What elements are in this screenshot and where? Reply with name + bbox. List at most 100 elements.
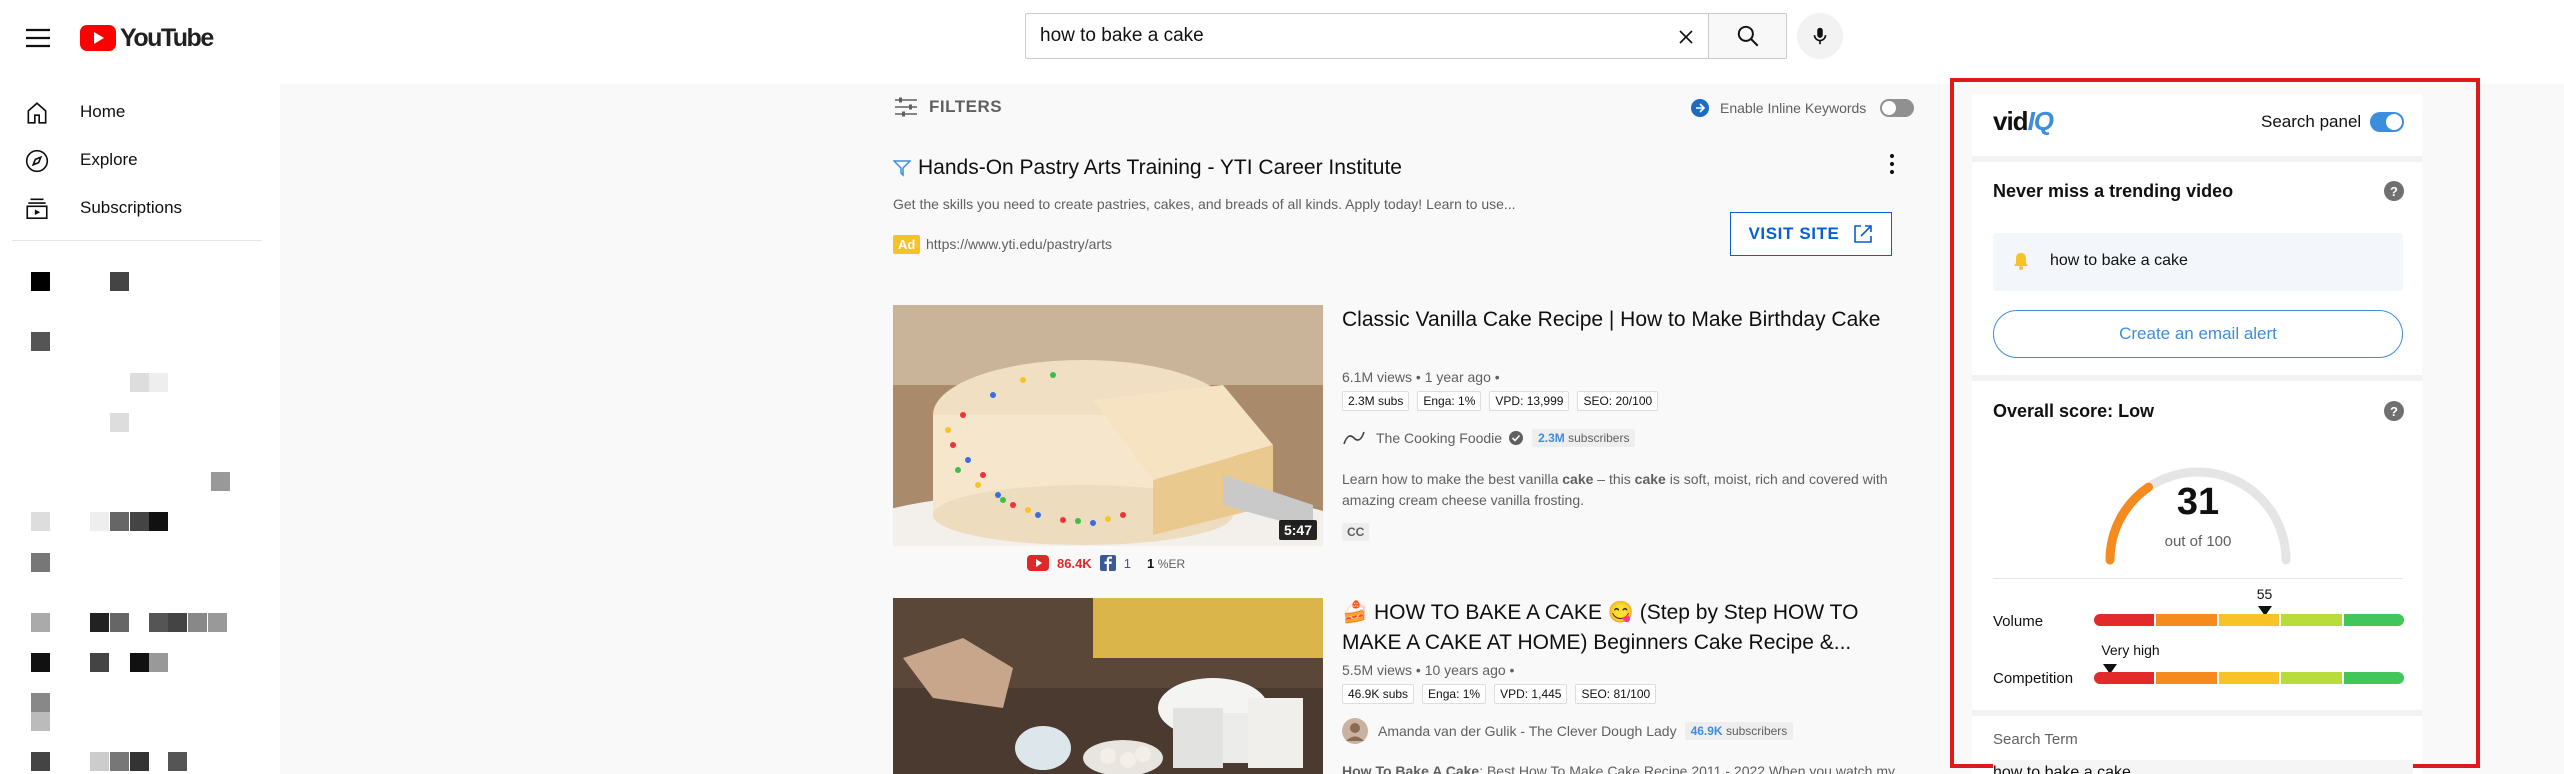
competition-value: Very high	[2101, 642, 2160, 658]
youtube-play-icon	[80, 25, 116, 51]
inline-keywords-toggle[interactable]	[1880, 99, 1915, 117]
video-title[interactable]: Classic Vanilla Cake Recipe | How to Mak…	[1342, 305, 1902, 335]
tag-vpd: VPD: 1,445	[1494, 684, 1568, 704]
more-options-icon[interactable]	[1880, 150, 1904, 178]
search-input[interactable]	[1040, 14, 1660, 58]
video-thumbnail[interactable]: 5:47	[893, 305, 1323, 546]
video-title[interactable]: 🍰 HOW TO BAKE A CAKE 😋 (Step by Step HOW…	[1342, 598, 1902, 658]
search-panel-label: Search panel	[2261, 112, 2362, 131]
youtube-logo[interactable]: YouTube	[80, 23, 214, 53]
ad-url[interactable]: https://www.yti.edu/pastry/arts	[926, 236, 1112, 252]
cc-badge: CC	[1342, 523, 1370, 541]
volume-bar	[2094, 614, 2405, 626]
channel-avatar	[1342, 718, 1368, 744]
vidiq-badge-icon	[1691, 99, 1709, 117]
help-icon[interactable]: ?	[2384, 181, 2404, 201]
bar-segment	[2218, 672, 2280, 684]
facebook-stat: 1	[1123, 555, 1131, 571]
channel-name: The Cooking Foodie	[1376, 430, 1503, 446]
inline-keywords-label: Enable Inline Keywords	[1720, 100, 1867, 116]
bar-segment	[2156, 672, 2217, 684]
competition-label: Competition	[1993, 670, 2074, 687]
sidebar-item-subscriptions[interactable]: Subscriptions	[0, 184, 262, 232]
ad-title[interactable]: Hands-On Pastry Arts Training - YTI Care…	[918, 156, 1402, 180]
top-bar: YouTube	[0, 0, 2564, 84]
score-value: 31	[2176, 481, 2220, 523]
search-button[interactable]	[1709, 13, 1787, 59]
panel-divider	[1972, 710, 2422, 716]
subscriptions-icon	[24, 196, 50, 222]
alert-keyword: how to bake a cake	[2050, 252, 2188, 269]
filters-button[interactable]: FILTERS	[893, 96, 1002, 118]
bar-segment	[2156, 614, 2217, 626]
bar-segment	[2094, 672, 2155, 684]
search-panel-toggle[interactable]	[2370, 112, 2404, 132]
ad-badge: Ad	[893, 235, 921, 254]
tag-subs: 46.9K subs	[1342, 684, 1415, 704]
engagement-rate: 1 %ER	[1146, 555, 1186, 571]
tag-engagement: Enga: 1%	[1417, 391, 1482, 411]
bell-icon	[2011, 251, 2031, 271]
video-description: Learn how to make the best vanilla cake …	[1342, 471, 1888, 508]
filter-icon	[895, 97, 917, 117]
create-email-alert-button[interactable]: Create an email alert	[1993, 310, 2403, 358]
microphone-icon	[1813, 27, 1827, 45]
channel-name: Amanda van der Gulik - The Clever Dough …	[1378, 723, 1677, 739]
home-icon	[24, 100, 50, 126]
cake-thumbnail-image	[893, 305, 1323, 546]
search-term-label: Search Term	[1993, 731, 2078, 748]
inline-keywords-control: Enable Inline Keywords	[1690, 98, 1915, 118]
menu-icon[interactable]	[22, 22, 54, 54]
panel-divider	[1972, 375, 2422, 381]
help-icon[interactable]: ?	[2384, 401, 2404, 421]
vidiq-logo: vidIQ	[1993, 106, 2054, 136]
volume-label: Volume	[1993, 613, 2044, 630]
voice-search-button[interactable]	[1797, 13, 1843, 59]
youtube-stat-icon	[1027, 555, 1049, 571]
facebook-icon	[1099, 555, 1116, 571]
sidebar-item-explore[interactable]: Explore	[0, 136, 262, 184]
sidebar: Home Explore Subscriptions	[0, 84, 280, 774]
trending-alert-row: how to bake a cake	[1993, 233, 2403, 291]
vidiq-tags: 2.3M subs Enga: 1% VPD: 13,999 SEO: 20/1…	[1342, 391, 1659, 411]
channel-avatar	[1343, 431, 1365, 445]
tag-vpd: VPD: 13,999	[1489, 391, 1570, 411]
sidebar-item-label: Subscriptions	[80, 198, 183, 217]
video-meta: 6.1M views • 1 year ago •	[1342, 369, 1500, 385]
compass-icon	[24, 148, 50, 174]
tag-seo: SEO: 20/100	[1577, 391, 1659, 411]
sidebar-item-label: Home	[80, 102, 126, 121]
logo-text: YouTube	[120, 23, 214, 52]
ad-link-icon	[893, 159, 911, 177]
visit-site-button[interactable]: VISIT SITE	[1730, 212, 1892, 256]
vidiq-tags: 46.9K subs Enga: 1% VPD: 1,445 SEO: 81/1…	[1342, 684, 1657, 704]
video-thumbnail[interactable]	[893, 598, 1323, 774]
visit-site-label: VISIT SITE	[1748, 224, 1840, 243]
channel-link[interactable]: Amanda van der Gulik - The Clever Dough …	[1342, 718, 1794, 744]
video-meta: 5.5M views • 10 years ago •	[1342, 662, 1515, 678]
channel-link[interactable]: The Cooking Foodie 2.3M subscribers	[1342, 428, 1636, 448]
baking-thumbnail-image	[893, 598, 1323, 774]
bar-segment	[2281, 614, 2342, 626]
sidebar-item-label: Explore	[80, 150, 138, 169]
bar-segment	[2343, 614, 2405, 626]
overall-score-title: Overall score: Low	[1993, 401, 2155, 421]
sidebar-divider	[12, 240, 262, 241]
bar-segment	[2343, 672, 2405, 684]
verified-icon	[1509, 431, 1524, 445]
tag-engagement: Enga: 1%	[1422, 684, 1487, 704]
video-duration: 5:47	[1278, 520, 1317, 540]
trending-title: Never miss a trending video	[1993, 181, 2234, 201]
channel-subscribers: 46.9K subscribers	[1684, 722, 1794, 740]
bar-segment	[2218, 614, 2280, 626]
ad-description: Get the skills you need to create pastri…	[893, 196, 1516, 212]
clear-search-icon[interactable]	[1674, 25, 1698, 49]
bar-segment	[2094, 614, 2155, 626]
tag-seo: SEO: 81/100	[1575, 684, 1657, 704]
search-icon	[1737, 25, 1758, 47]
competition-bar	[2094, 672, 2405, 684]
external-link-icon	[1853, 225, 1872, 243]
panel-divider	[1972, 156, 2422, 162]
gauge-fill	[2105, 482, 2153, 565]
sidebar-item-home[interactable]: Home	[0, 88, 262, 136]
